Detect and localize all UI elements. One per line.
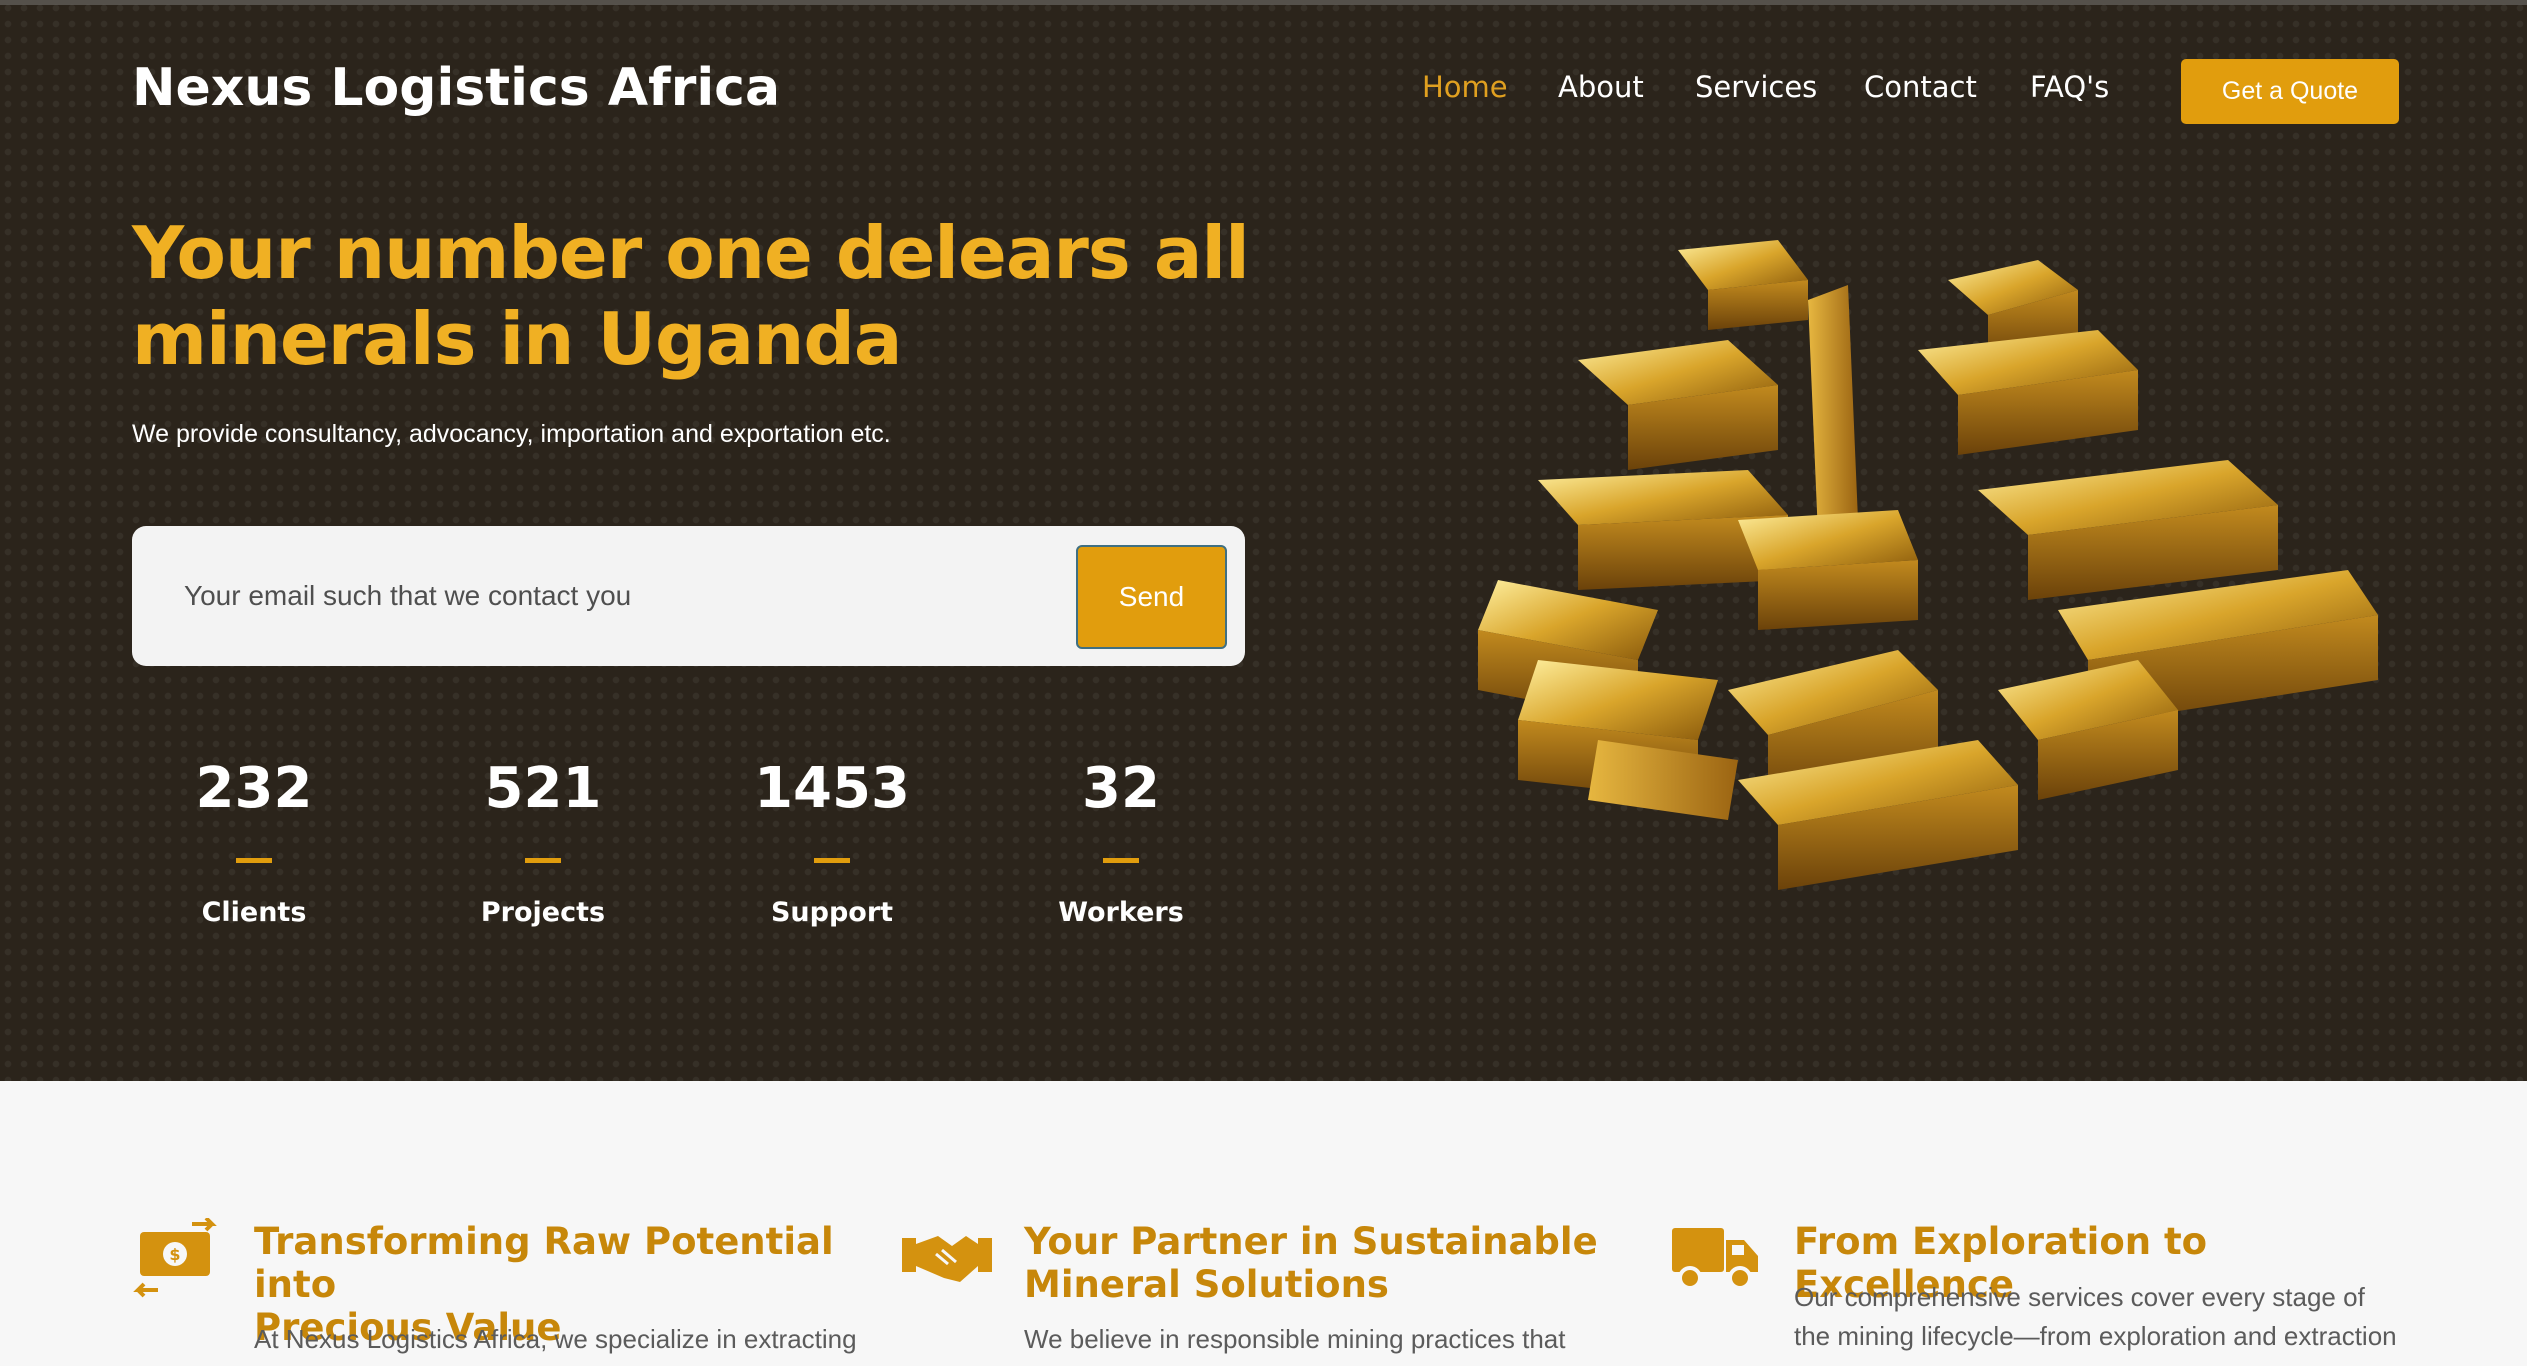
handshake-icon bbox=[902, 1236, 992, 1282]
hero-headline-line-1: Your number one delears all bbox=[132, 211, 1250, 295]
nav-item-contact[interactable]: Contact bbox=[1864, 70, 1977, 104]
stat-value: 1453 bbox=[754, 756, 910, 821]
truck-icon bbox=[1672, 1228, 1758, 1290]
hero-section: Nexus Logistics Africa Home About Servic… bbox=[0, 0, 2527, 1081]
stat-divider bbox=[814, 858, 850, 863]
email-input[interactable]: Your email such that we contact you bbox=[184, 580, 631, 612]
stat-label: Clients bbox=[201, 897, 307, 928]
money-exchange-icon: $ bbox=[133, 1218, 217, 1298]
nav-item-about[interactable]: About bbox=[1558, 70, 1644, 104]
stat-workers: 32 Workers bbox=[1021, 752, 1221, 928]
stat-label: Workers bbox=[1058, 897, 1184, 928]
brand-logo[interactable]: Nexus Logistics Africa bbox=[132, 58, 780, 118]
feature-title: Your Partner in Sustainable Mineral Solu… bbox=[1024, 1220, 1664, 1306]
svg-text:$: $ bbox=[169, 1245, 180, 1264]
stat-label: Support bbox=[770, 897, 894, 928]
stat-divider bbox=[1103, 858, 1139, 863]
nav-item-faqs[interactable]: FAQ's bbox=[2030, 70, 2109, 104]
stat-projects: 521 Projects bbox=[443, 752, 643, 928]
email-form: Your email such that we contact you Send bbox=[132, 526, 1245, 666]
gold-bars-image bbox=[1478, 240, 2378, 890]
feature-title-line-1: Your Partner in Sustainable bbox=[1024, 1220, 1598, 1263]
get-quote-button[interactable]: Get a Quote bbox=[2181, 59, 2399, 124]
stat-divider bbox=[525, 858, 561, 863]
stat-label: Projects bbox=[480, 897, 606, 928]
stat-divider bbox=[236, 858, 272, 863]
gold-bar-pile bbox=[1478, 240, 2378, 890]
nav-item-home[interactable]: Home bbox=[1422, 70, 1508, 104]
hero-headline-line-2: minerals in Uganda bbox=[132, 297, 902, 381]
stat-clients: 232 Clients bbox=[154, 752, 354, 928]
stat-value: 32 bbox=[1082, 756, 1160, 821]
feature-text: At Nexus Logistics Africa, we specialize… bbox=[254, 1324, 857, 1354]
feature-title-line-2: Mineral Solutions bbox=[1024, 1263, 1389, 1306]
send-button[interactable]: Send bbox=[1076, 545, 1227, 649]
stat-value: 521 bbox=[484, 756, 602, 821]
feature-text: We believe in responsible mining practic… bbox=[1024, 1324, 1566, 1354]
stat-value: 232 bbox=[195, 756, 313, 821]
stat-support: 1453 Support bbox=[732, 752, 932, 928]
feature-text-line-1: Our comprehensive services cover every s… bbox=[1794, 1282, 2365, 1312]
nav-item-services[interactable]: Services bbox=[1695, 70, 1817, 104]
feature-text-line-2: the mining lifecycle—from exploration an… bbox=[1794, 1321, 2397, 1351]
feature-text: Our comprehensive services cover every s… bbox=[1794, 1278, 2434, 1356]
feature-title-line-1: Transforming Raw Potential into bbox=[254, 1220, 834, 1306]
hero-headline: Your number one delears all minerals in … bbox=[132, 210, 1272, 382]
hero-subtext: We provide consultancy, advocancy, impor… bbox=[132, 420, 891, 448]
